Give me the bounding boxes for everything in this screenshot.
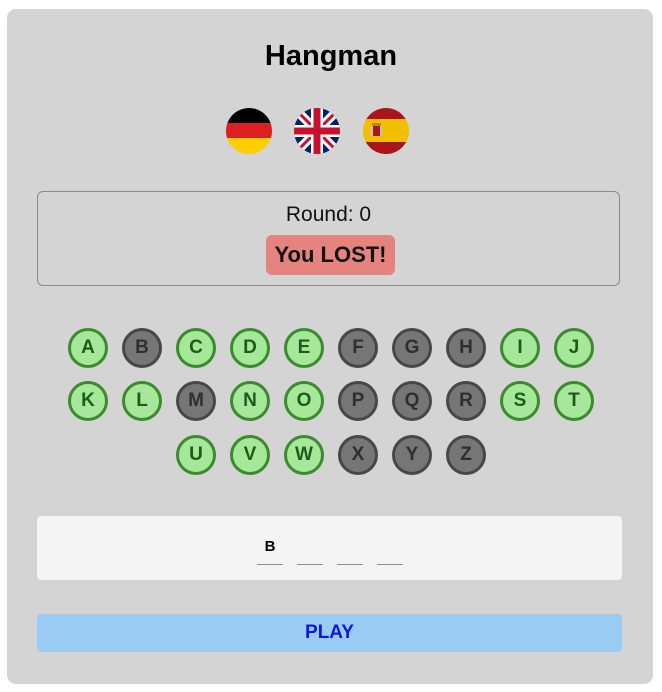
letter-slot (297, 538, 323, 565)
letter-key-r[interactable]: R (446, 381, 486, 421)
letter-key-h[interactable]: H (446, 328, 486, 368)
letter-key-p[interactable]: P (338, 381, 378, 421)
play-button[interactable]: PLAY (37, 614, 622, 652)
letter-key-y[interactable]: Y (392, 435, 432, 475)
letter-key-w[interactable]: W (284, 435, 324, 475)
page-title: Hangman (264, 40, 398, 72)
letter-key-c[interactable]: C (176, 328, 216, 368)
result-badge: You LOST! (266, 235, 395, 275)
letter-key-u[interactable]: U (176, 435, 216, 475)
letter-key-d[interactable]: D (230, 328, 270, 368)
letter-key-n[interactable]: N (230, 381, 270, 421)
spain-flag-icon[interactable] (363, 108, 409, 154)
letter-key-g[interactable]: G (392, 328, 432, 368)
germany-flag-icon[interactable] (226, 108, 272, 154)
letter-slot: B (257, 538, 283, 565)
letter-key-a[interactable]: A (68, 328, 108, 368)
letter-key-t[interactable]: T (554, 381, 594, 421)
letter-key-x[interactable]: X (338, 435, 378, 475)
letter-key-q[interactable]: Q (392, 381, 432, 421)
letter-key-m[interactable]: M (176, 381, 216, 421)
letter-slot (337, 538, 363, 565)
letter-slot (377, 538, 403, 565)
language-selector (0, 108, 662, 154)
letter-key-s[interactable]: S (500, 381, 540, 421)
letter-key-e[interactable]: E (284, 328, 324, 368)
letter-key-k[interactable]: K (68, 381, 108, 421)
letter-key-b[interactable]: B (122, 328, 162, 368)
letter-key-i[interactable]: I (500, 328, 540, 368)
letter-key-f[interactable]: F (338, 328, 378, 368)
letter-key-o[interactable]: O (284, 381, 324, 421)
status-box: Round: 0 You LOST! (37, 191, 620, 286)
letter-key-l[interactable]: L (122, 381, 162, 421)
round-counter: Round: 0 (285, 203, 372, 226)
letter-key-z[interactable]: Z (446, 435, 486, 475)
word-display: B (37, 516, 622, 580)
uk-flag-icon[interactable] (294, 108, 340, 154)
letter-key-v[interactable]: V (230, 435, 270, 475)
letter-key-j[interactable]: J (554, 328, 594, 368)
